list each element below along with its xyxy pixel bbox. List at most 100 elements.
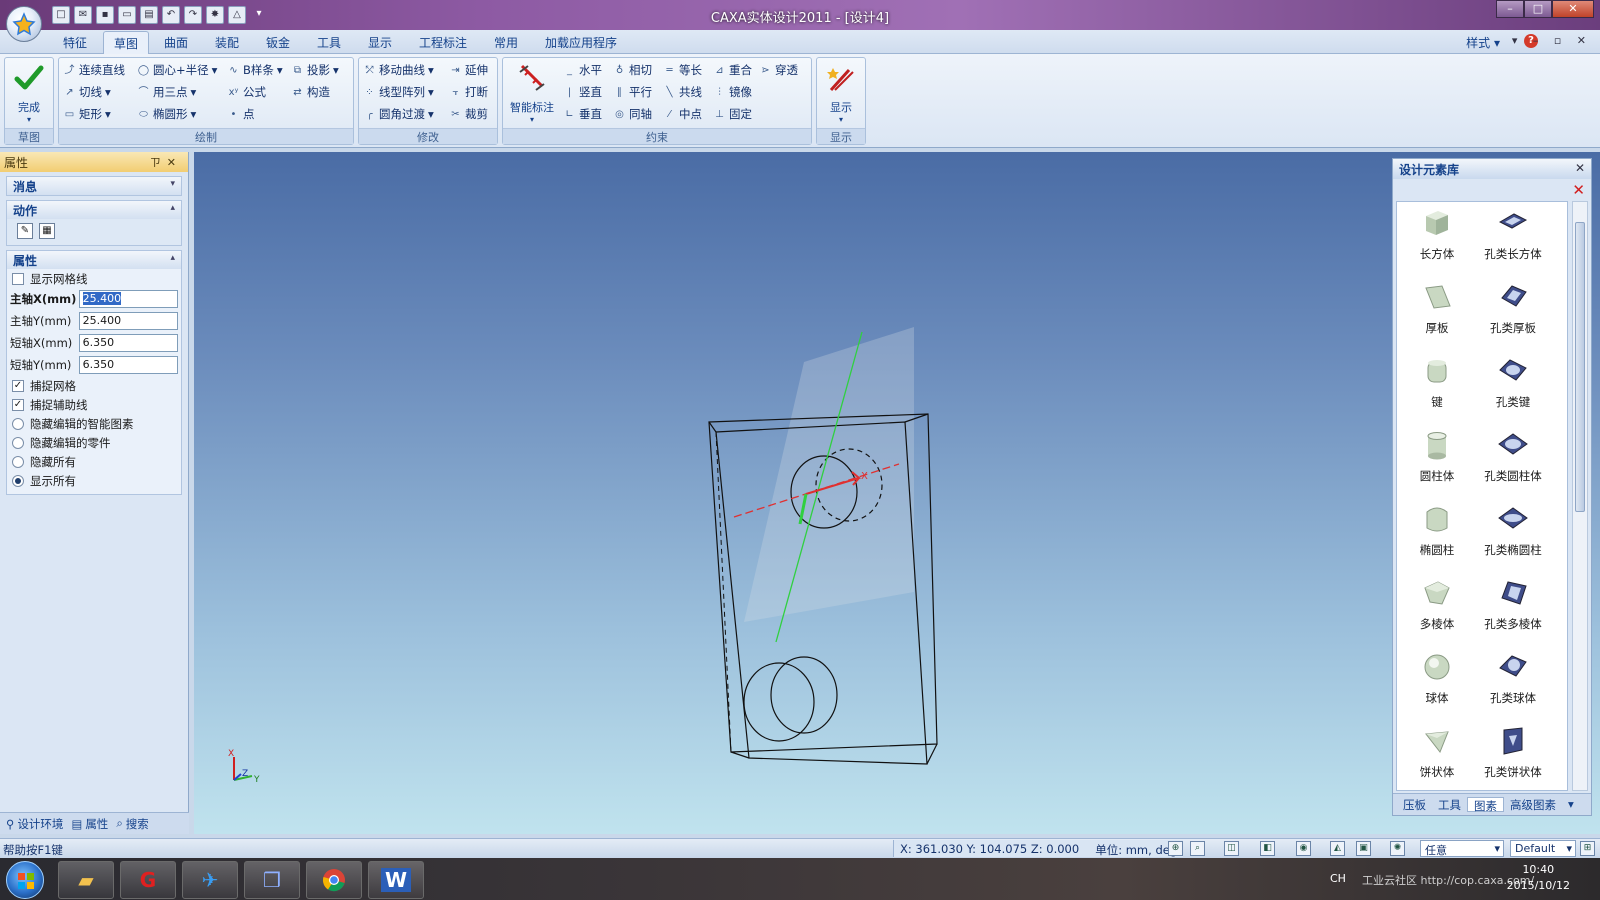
tab-load-applications[interactable]: 加载应用程序 xyxy=(545,34,617,51)
collinear-button[interactable]: ╲ 共线 xyxy=(663,83,702,101)
design-viewport[interactable]: X X Z Y xyxy=(194,152,1600,834)
tab-elements[interactable]: 图素 xyxy=(1467,797,1504,813)
sketch-canvas[interactable]: X X Z Y xyxy=(194,152,1600,834)
delete-icon[interactable]: ✕ xyxy=(1572,181,1585,199)
minor-axis-x-input[interactable]: 6.350 xyxy=(78,334,178,352)
tab-surface[interactable]: 曲面 xyxy=(164,34,188,51)
view-cube-icon[interactable]: ◫ xyxy=(1224,841,1239,856)
vertical-button[interactable]: | 竖直 xyxy=(563,83,602,101)
linear-pattern-button[interactable]: ⁘ 线型阵列 ▾ xyxy=(363,83,433,101)
element-elliptic-cylinder[interactable]: 椭圆柱 xyxy=(1397,502,1477,558)
snap-grid-checkbox[interactable]: ✓ 捕捉网格 xyxy=(7,376,181,395)
shading-icon[interactable]: ▣ xyxy=(1356,841,1371,856)
smart-dimension-button[interactable]: 智能标注 ▾ xyxy=(505,62,559,124)
move-curve-button[interactable]: ⤱ 移动曲线 ▾ xyxy=(363,61,434,79)
element-box[interactable]: 长方体 xyxy=(1397,206,1477,262)
tab-advanced-elements[interactable]: 高级图素 xyxy=(1504,797,1562,812)
tab-assembly[interactable]: 装配 xyxy=(215,34,239,51)
orientation-icon[interactable]: ◧ xyxy=(1260,841,1275,856)
snap-guides-checkbox[interactable]: ✓ 捕捉辅助线 xyxy=(7,395,181,414)
show-grid-checkbox[interactable]: 显示网格线 xyxy=(7,269,181,288)
fixed-button[interactable]: ⊥ 固定 xyxy=(713,105,752,123)
style-menu[interactable]: 样式 ▾ xyxy=(1466,34,1500,51)
maximize-button[interactable]: □ xyxy=(1524,0,1552,18)
actions-section-header[interactable]: 动作 ▴ xyxy=(7,201,181,219)
zoom-icon[interactable]: ⌕ xyxy=(1190,841,1205,856)
table-edit-icon[interactable]: ▦ xyxy=(39,223,55,239)
taskbar-browser[interactable]: ✈ xyxy=(182,861,238,899)
chevron-down-icon[interactable]: ▾ xyxy=(1562,797,1580,812)
taskbar-chrome[interactable] xyxy=(306,861,362,899)
finish-button[interactable]: 完成 ▾ xyxy=(7,62,51,124)
display-button[interactable]: 显示 ▾ xyxy=(819,62,863,124)
taskbar-file-explorer[interactable]: ▰ xyxy=(58,861,114,899)
tab-features[interactable]: 特征 xyxy=(63,34,87,51)
taskbar-word[interactable]: W xyxy=(368,861,424,899)
tab-engineering-annotation[interactable]: 工程标注 xyxy=(419,34,467,51)
element-hole-sphere[interactable]: 孔类球体 xyxy=(1473,650,1553,706)
perpendicular-button[interactable]: ∟ 垂直 xyxy=(563,105,602,123)
properties-section-header[interactable]: 属性 ▴ xyxy=(7,251,181,269)
tab-properties[interactable]: ▤ 属性 xyxy=(68,815,111,832)
input-language[interactable]: CH xyxy=(1330,872,1346,885)
element-hole-plate[interactable]: 孔类厚板 xyxy=(1473,280,1553,336)
style-mode-select[interactable]: Default ▾ xyxy=(1510,840,1576,857)
element-cylinder[interactable]: 圆柱体 xyxy=(1397,428,1477,484)
extend-button[interactable]: ⇥ 延伸 xyxy=(449,61,488,79)
snap-mode-select[interactable]: 任意 ▾ xyxy=(1420,840,1504,857)
show-all-radio[interactable]: 显示所有 xyxy=(7,471,181,490)
minor-axis-y-input[interactable]: 6.350 xyxy=(78,356,178,374)
polyline-button[interactable]: ⤴ 连续直线 xyxy=(63,61,126,79)
parallel-button[interactable]: ∥ 平行 xyxy=(613,83,652,101)
edit-icon[interactable]: ✎ xyxy=(17,223,33,239)
construct-button[interactable]: ⇄ 构造 xyxy=(291,83,330,101)
library-scrollbar[interactable] xyxy=(1572,201,1588,791)
taskbar-caxa[interactable]: G xyxy=(120,861,176,899)
concentric-button[interactable]: ◎ 同轴 xyxy=(613,105,652,123)
equal-length-button[interactable]: ═ 等长 xyxy=(663,61,702,79)
close-button[interactable]: ✕ xyxy=(1552,0,1594,18)
ellipse-button[interactable]: ⬭ 椭圆形 ▾ xyxy=(137,105,196,123)
three-point-arc-button[interactable]: ⌒ 用三点 ▾ xyxy=(137,83,197,101)
tab-tools[interactable]: 工具 xyxy=(317,34,341,51)
minimize-button[interactable]: – xyxy=(1496,0,1524,18)
trim-button[interactable]: ✂ 裁剪 xyxy=(449,105,488,123)
clock[interactable]: 10:40 2015/10/12 xyxy=(1507,862,1570,894)
element-plate[interactable]: 厚板 xyxy=(1397,280,1477,336)
point-button[interactable]: • 点 xyxy=(227,105,255,123)
tab-display[interactable]: 显示 xyxy=(368,34,392,51)
tangent-button[interactable]: ↗ 切线 ▾ xyxy=(63,83,110,101)
start-button[interactable] xyxy=(6,861,44,899)
tangent-constraint-button[interactable]: ♁ 相切 xyxy=(613,61,652,79)
app-menu-button[interactable] xyxy=(6,6,42,42)
midpoint-button[interactable]: ⁄ 中点 xyxy=(663,105,702,123)
render-icon[interactable]: ◭ xyxy=(1330,841,1345,856)
tab-search[interactable]: ⌕ 搜索 xyxy=(113,815,151,832)
camera-icon[interactable]: ◉ xyxy=(1296,841,1311,856)
tab-sheetmetal[interactable]: 钣金 xyxy=(266,34,290,51)
element-hole-prism[interactable]: 孔类多棱体 xyxy=(1473,576,1553,632)
pierce-button[interactable]: ⋗ 穿透 xyxy=(759,61,798,79)
tab-common[interactable]: 常用 xyxy=(494,34,518,51)
network-icon[interactable]: ⊞ xyxy=(1580,841,1595,856)
panel-close-icon[interactable]: ✕ xyxy=(167,156,182,169)
element-key[interactable]: 键 xyxy=(1397,354,1477,410)
pin-icon[interactable]: ㄗ xyxy=(150,156,167,169)
scrollbar-thumb[interactable] xyxy=(1575,222,1585,512)
element-sphere[interactable]: 球体 xyxy=(1397,650,1477,706)
zoom-fit-icon[interactable]: ⊕ xyxy=(1168,841,1183,856)
formula-button[interactable]: xʸ 公式 xyxy=(227,83,266,101)
element-pie[interactable]: 饼状体 xyxy=(1397,724,1477,780)
horizontal-button[interactable]: _ 水平 xyxy=(563,61,602,79)
tab-design-environment[interactable]: ⚲ 设计环境 xyxy=(3,815,66,832)
element-hole-key[interactable]: 孔类键 xyxy=(1473,354,1553,410)
major-axis-x-input[interactable]: 25.400 xyxy=(78,290,178,308)
element-hole-box[interactable]: 孔类长方体 xyxy=(1473,206,1553,262)
element-hole-elliptic-cylinder[interactable]: 孔类椭圆柱 xyxy=(1473,502,1553,558)
projection-button[interactable]: ⧉ 投影 ▾ xyxy=(291,61,339,79)
element-prism[interactable]: 多棱体 xyxy=(1397,576,1477,632)
bspline-button[interactable]: ∿ B样条 ▾ xyxy=(227,61,282,79)
break-button[interactable]: ⫟ 打断 xyxy=(449,83,488,101)
globe-icon[interactable]: ✺ xyxy=(1390,841,1405,856)
hide-edited-part-radio[interactable]: 隐藏编辑的零件 xyxy=(7,433,181,452)
